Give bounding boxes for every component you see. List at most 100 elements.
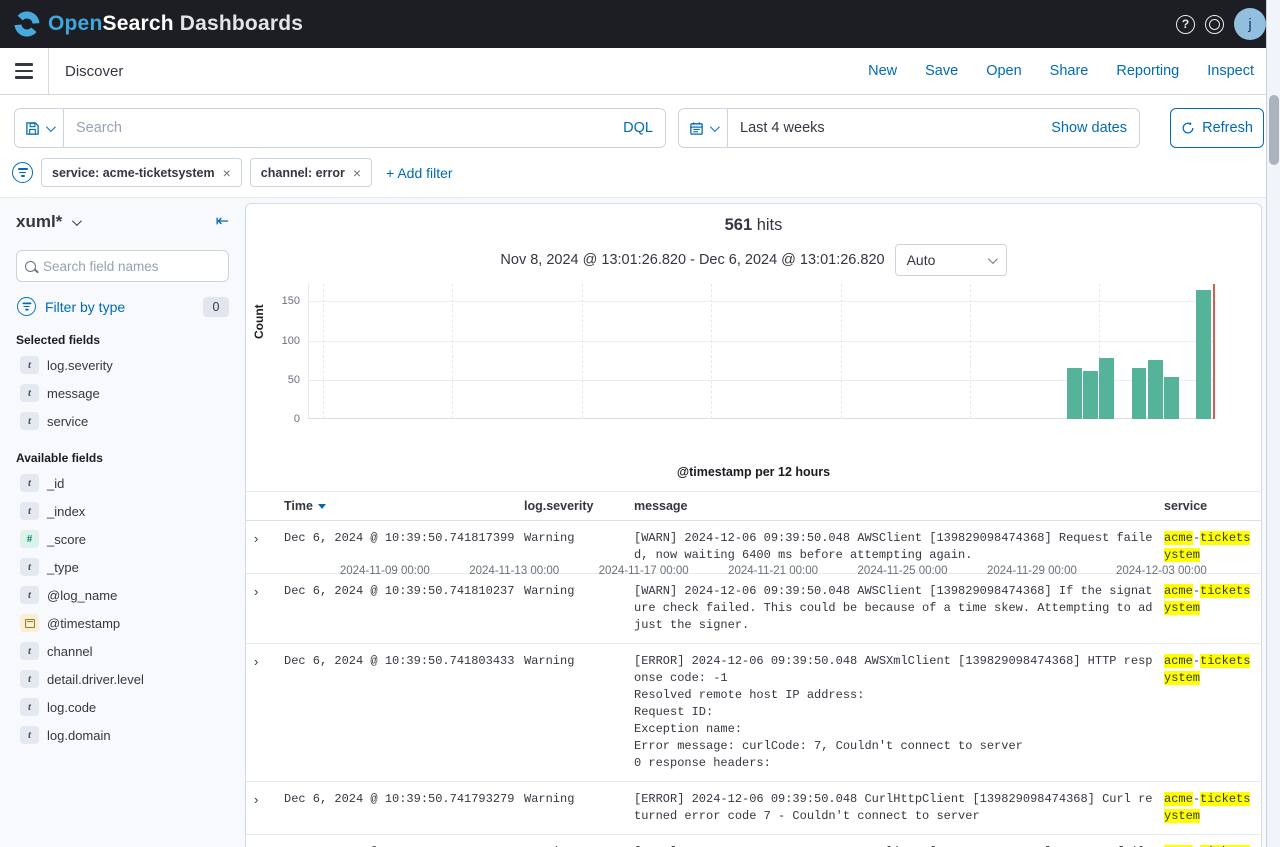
date-type-icon <box>20 614 39 632</box>
expand-row-icon[interactable]: › <box>254 583 284 634</box>
text-type-icon: t <box>20 412 39 430</box>
search-input[interactable]: Search DQL <box>63 108 666 148</box>
add-filter-link[interactable]: + Add filter <box>386 165 453 181</box>
interval-select[interactable]: Auto <box>895 244 1007 276</box>
refresh-button[interactable]: Refresh <box>1170 108 1264 148</box>
text-type-icon: t <box>20 726 39 744</box>
field-item-message[interactable]: tmessage <box>16 379 229 407</box>
query-language-button[interactable]: DQL <box>623 120 653 136</box>
menu-item-open[interactable]: Open <box>976 57 1031 85</box>
hits-count: 561 hits <box>246 216 1261 235</box>
histogram-bar[interactable] <box>1164 377 1179 419</box>
selected-fields-header: Selected fields <box>16 333 229 347</box>
histogram-bar[interactable] <box>1132 368 1147 419</box>
time-range-display[interactable]: Last 4 weeks Show dates <box>727 108 1140 148</box>
filter-pills: service: acme-ticketsystem× channel: erro… <box>41 158 372 187</box>
field-item-channel[interactable]: t channel <box>16 637 229 665</box>
refresh-icon <box>1181 121 1195 135</box>
remove-filter-icon[interactable]: × <box>223 165 231 181</box>
cell-time: Dec 6, 2024 @ 10:39:50.741793279 <box>284 791 524 825</box>
feedback-icon[interactable] <box>1205 15 1224 34</box>
top-menu: New Save Open ShareReporting Inspect <box>858 57 1280 85</box>
index-pattern-selector[interactable]: xuml* <box>16 212 62 232</box>
nav-bar: Discover NewSaveOpenShareReportingInspec… <box>0 48 1280 95</box>
field-item-_type[interactable]: t _type <box>16 553 229 581</box>
histogram-bar[interactable] <box>1148 360 1163 419</box>
field-search-input[interactable]: Search field names <box>16 250 229 282</box>
cell-service: acme-ticketsystem <box>1164 583 1261 634</box>
menu-hamburger-icon[interactable] <box>0 48 48 94</box>
query-bar: Search DQL Last 4 weeks Show dates Refre… <box>0 95 1280 158</box>
page-scrollbar[interactable] <box>1266 0 1280 847</box>
histogram-chart: Count 050100150 <box>246 284 1261 419</box>
table-row: ›Dec 6, 2024 @ 10:39:50.741810237Warning… <box>246 574 1261 644</box>
help-icon[interactable]: ? <box>1176 15 1195 34</box>
menu-item-inspect[interactable]: Inspect <box>1197 57 1264 85</box>
menu-item-new[interactable]: New <box>858 57 907 85</box>
menu-item-save[interactable]: Save <box>915 57 968 85</box>
table-header: Time log.severity message service <box>246 491 1261 521</box>
field-item-detail.driver.level[interactable]: tdetail.driver.level <box>16 665 229 693</box>
remove-filter-icon[interactable]: × <box>353 165 361 181</box>
expand-row-icon[interactable]: › <box>254 791 284 825</box>
opensearch-logo: OpenSearchDashboards <box>14 11 303 37</box>
x-tick-label: 2024-11-29 00:00 <box>987 565 1077 577</box>
column-header-service[interactable]: service <box>1164 499 1261 513</box>
cell-service: acme-ticketsystem <box>1164 530 1261 564</box>
histogram-bar[interactable] <box>1083 371 1098 419</box>
histogram-bar[interactable] <box>1196 290 1211 419</box>
field-item-_score[interactable]: #_score <box>16 525 229 553</box>
menu-item-share[interactable]: Share <box>1040 57 1099 85</box>
cell-time: Dec 6, 2024 @ 10:39:50.741817399 <box>284 530 524 564</box>
histogram-bar[interactable] <box>1067 368 1082 419</box>
expand-row-icon[interactable]: › <box>254 653 284 772</box>
cell-message: [WARN] 2024-12-06 09:39:50.048 AWSClient… <box>634 583 1164 634</box>
calendar-icon <box>689 121 704 136</box>
field-item-_index[interactable]: t_index <box>16 497 229 525</box>
field-item-service[interactable]: tservice <box>16 407 229 435</box>
chevron-down-icon <box>988 254 998 264</box>
user-avatar[interactable]: j <box>1234 8 1266 40</box>
x-axis-ticks: 2024-11-09 00:002024-11-13 00:002024-11-… <box>370 565 1262 581</box>
scrollbar-thumb[interactable] <box>1269 95 1279 165</box>
column-header-severity[interactable]: log.severity <box>524 499 634 513</box>
cell-message: [ERROR] 2024-12-06 09:39:50.048 CurlHttp… <box>634 791 1164 825</box>
highlight: acme <box>1164 792 1193 806</box>
field-item-log.domain[interactable]: tlog.domain <box>16 721 229 749</box>
field-item-log.code[interactable]: tlog.code <box>16 693 229 721</box>
filter-pill[interactable]: service: acme-ticketsystem× <box>41 158 242 187</box>
field-item-@timestamp[interactable]: @timestamp <box>16 609 229 637</box>
field-item-log.severity[interactable]: tlog.severity <box>16 351 229 379</box>
filter-by-type-link[interactable]: Filter by type <box>45 299 125 315</box>
field-name-label: _id <box>47 476 64 491</box>
field-name-label: channel <box>47 644 93 659</box>
filter-options-icon[interactable] <box>12 162 33 183</box>
cell-service: acme-ticketsystem <box>1164 791 1261 825</box>
field-item-_id[interactable]: t_id <box>16 469 229 497</box>
y-tick-label: 0 <box>260 413 300 425</box>
x-tick-label: 2024-11-13 00:00 <box>469 565 559 577</box>
text-type-icon: t <box>20 642 39 660</box>
column-header-message[interactable]: message <box>634 499 1164 513</box>
expand-row-icon[interactable]: › <box>254 530 284 564</box>
chart-plot-area[interactable] <box>308 284 1214 419</box>
text-type-icon: t <box>20 558 39 576</box>
text-type-icon: t <box>20 698 39 716</box>
y-tick-label: 100 <box>260 335 300 347</box>
divider <box>48 48 49 94</box>
date-picker-button[interactable] <box>678 108 727 148</box>
histogram-bar[interactable] <box>1099 358 1114 419</box>
x-tick-label: 2024-11-17 00:00 <box>599 565 689 577</box>
x-tick-label: 2024-12-03 00:00 <box>1116 565 1207 577</box>
filter-pill[interactable]: channel: error× <box>250 158 372 187</box>
field-item-@log_name[interactable]: t@log_name <box>16 581 229 609</box>
y-tick-label: 150 <box>260 295 300 307</box>
field-name-label: _type <box>47 560 79 575</box>
chevron-down-icon[interactable] <box>72 216 82 226</box>
collapse-sidebar-icon[interactable]: ⇤ <box>216 214 229 230</box>
column-header-time[interactable]: Time <box>284 499 524 513</box>
show-dates-link[interactable]: Show dates <box>1051 120 1127 136</box>
saved-query-button[interactable] <box>14 108 63 148</box>
menu-item-reporting[interactable]: Reporting <box>1106 57 1189 85</box>
cell-severity: Warning <box>524 530 634 564</box>
